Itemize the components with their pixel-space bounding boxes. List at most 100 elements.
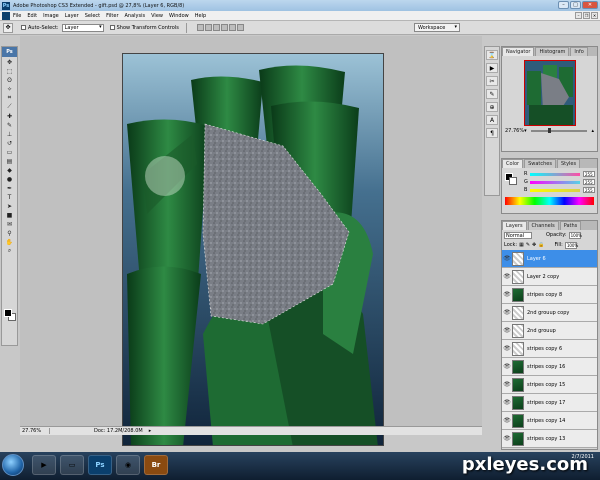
history-panel-icon[interactable]: ⌛ (486, 50, 498, 60)
color-bg-swatch[interactable] (509, 177, 517, 185)
eraser-icon[interactable]: ▭ (3, 148, 16, 156)
layer-row[interactable]: 👁 2nd grouup copy (502, 304, 597, 322)
character-panel-icon[interactable]: A (486, 115, 498, 125)
crop-icon[interactable]: ⌗ (3, 94, 16, 102)
tab-paths[interactable]: Paths (559, 221, 582, 230)
tab-histogram[interactable]: Histogram (535, 47, 570, 56)
menu-layer[interactable]: Layer (65, 13, 79, 19)
show-transform-checkbox[interactable] (109, 25, 115, 30)
paragraph-panel-icon[interactable]: ¶ (486, 128, 498, 138)
visibility-eye-icon[interactable]: 👁 (502, 291, 512, 298)
layer-row[interactable]: 👁 stripes copy 17 (502, 394, 597, 412)
status-zoom[interactable]: 27.76% (20, 428, 50, 434)
layer-row[interactable]: 👁 stripes copy 8 (502, 286, 597, 304)
move-icon[interactable]: ✥ (3, 58, 16, 66)
value-r[interactable]: 255 (583, 171, 595, 177)
maximize-button[interactable]: □ (570, 1, 581, 9)
lock-transparent-icon[interactable]: ▦ (519, 242, 524, 248)
layer-row[interactable]: 👁 stripes copy 6 (502, 340, 597, 358)
menu-image[interactable]: Image (43, 13, 59, 19)
blur-icon[interactable]: ◆ (3, 166, 16, 174)
tab-channels[interactable]: Channels (527, 221, 559, 230)
tab-styles[interactable]: Styles (556, 159, 581, 168)
align-center-icon[interactable] (228, 24, 236, 31)
start-button[interactable] (2, 454, 24, 476)
visibility-eye-icon[interactable]: 👁 (502, 399, 512, 406)
lasso-icon[interactable]: ʘ (3, 76, 16, 84)
menu-analysis[interactable]: Analysis (125, 13, 146, 19)
status-menu-arrow-icon[interactable]: ▸ (149, 428, 152, 434)
shape-icon[interactable]: ■ (3, 211, 16, 219)
path-select-icon[interactable]: ➤ (3, 202, 16, 210)
align-left-icon[interactable] (220, 24, 228, 31)
fill-input[interactable]: 100% (564, 241, 578, 249)
align-right-icon[interactable] (236, 24, 244, 31)
pen-icon[interactable]: ✒ (3, 184, 16, 192)
opacity-input[interactable]: 100% (568, 231, 582, 239)
visibility-eye-icon[interactable]: 👁 (502, 255, 512, 262)
layer-row[interactable]: 👁 Layer 2 copy (502, 268, 597, 286)
dodge-icon[interactable]: ● (3, 175, 16, 183)
align-middle-icon[interactable] (204, 24, 212, 31)
visibility-eye-icon[interactable]: 👁 (502, 327, 512, 334)
color-spectrum[interactable] (505, 197, 594, 205)
magic-wand-icon[interactable]: ✧ (3, 85, 16, 93)
lock-all-icon[interactable]: 🔒 (538, 242, 544, 248)
healing-icon[interactable]: ✚ (3, 112, 16, 120)
slider-r[interactable] (530, 172, 580, 176)
type-icon[interactable]: T (3, 193, 16, 201)
slice-icon[interactable]: ⟋ (3, 103, 16, 111)
menu-view[interactable]: View (151, 13, 163, 19)
tab-info[interactable]: Info (570, 47, 588, 56)
auto-select-dropdown[interactable]: Layer (61, 23, 104, 32)
visibility-eye-icon[interactable]: 👁 (502, 381, 512, 388)
tab-color[interactable]: Color (502, 159, 524, 168)
menu-filter[interactable]: Filter (106, 13, 118, 19)
navigator-zoom-value[interactable]: 27.76% (505, 128, 524, 134)
tab-layers[interactable]: Layers (502, 221, 527, 230)
actions-panel-icon[interactable]: ▶ (486, 63, 498, 73)
marquee-icon[interactable]: ⬚ (3, 67, 16, 75)
layer-row[interactable]: 👁 stripes copy 15 (502, 376, 597, 394)
brush-icon[interactable]: ✎ (3, 121, 16, 129)
menu-file[interactable]: File (13, 13, 21, 19)
lock-position-icon[interactable]: ✥ (532, 242, 536, 248)
tab-swatches[interactable]: Swatches (524, 159, 556, 168)
navigator-preview[interactable] (523, 60, 576, 126)
visibility-eye-icon[interactable]: 👁 (502, 309, 512, 316)
move-tool-preset-icon[interactable]: ✥ (3, 22, 13, 33)
blend-mode-dropdown[interactable]: Normal (504, 231, 532, 239)
layer-row[interactable]: 👁 stripes copy 14 (502, 412, 597, 430)
menu-edit[interactable]: Edit (27, 13, 37, 19)
taskbar-photoshop[interactable]: Ps (88, 455, 112, 475)
zoom-in-icon[interactable]: ▴ (591, 128, 594, 134)
align-top-icon[interactable] (196, 24, 204, 31)
explorer-folder-icon[interactable]: ▭ (60, 455, 84, 475)
menu-window[interactable]: Window (169, 13, 189, 19)
menu-help[interactable]: Help (195, 13, 206, 19)
brushes-panel-icon[interactable]: ✎ (486, 89, 498, 99)
lock-image-icon[interactable]: ✎ (526, 242, 530, 248)
zoom-out-icon[interactable]: ▾ (524, 128, 527, 134)
history-brush-icon[interactable]: ↺ (3, 139, 16, 147)
navigator-zoom-slider[interactable] (530, 128, 588, 133)
slider-b[interactable] (530, 188, 580, 192)
visibility-eye-icon[interactable]: 👁 (502, 345, 512, 352)
doc-restore-button[interactable]: ❐ (583, 12, 590, 19)
clone-source-icon[interactable]: ⊕ (486, 102, 498, 112)
tab-navigator[interactable]: Navigator (502, 47, 535, 56)
doc-close-button[interactable]: ✕ (591, 12, 598, 19)
value-g[interactable]: 255 (583, 179, 595, 185)
doc-minimize-button[interactable]: – (575, 12, 582, 19)
notes-icon[interactable]: ✉ (3, 220, 16, 228)
visibility-eye-icon[interactable]: 👁 (502, 273, 512, 280)
layer-row[interactable]: 👁 2nd grouup (502, 322, 597, 340)
zoom-icon[interactable]: ⌕ (3, 247, 16, 255)
visibility-eye-icon[interactable]: 👁 (502, 417, 512, 424)
minimize-button[interactable]: – (558, 1, 569, 9)
gradient-icon[interactable]: ▤ (3, 157, 16, 165)
close-button[interactable]: ✕ (582, 1, 598, 9)
eyedropper-icon[interactable]: ⚲ (3, 229, 16, 237)
menu-select[interactable]: Select (85, 13, 100, 19)
auto-select-checkbox[interactable] (21, 25, 26, 30)
